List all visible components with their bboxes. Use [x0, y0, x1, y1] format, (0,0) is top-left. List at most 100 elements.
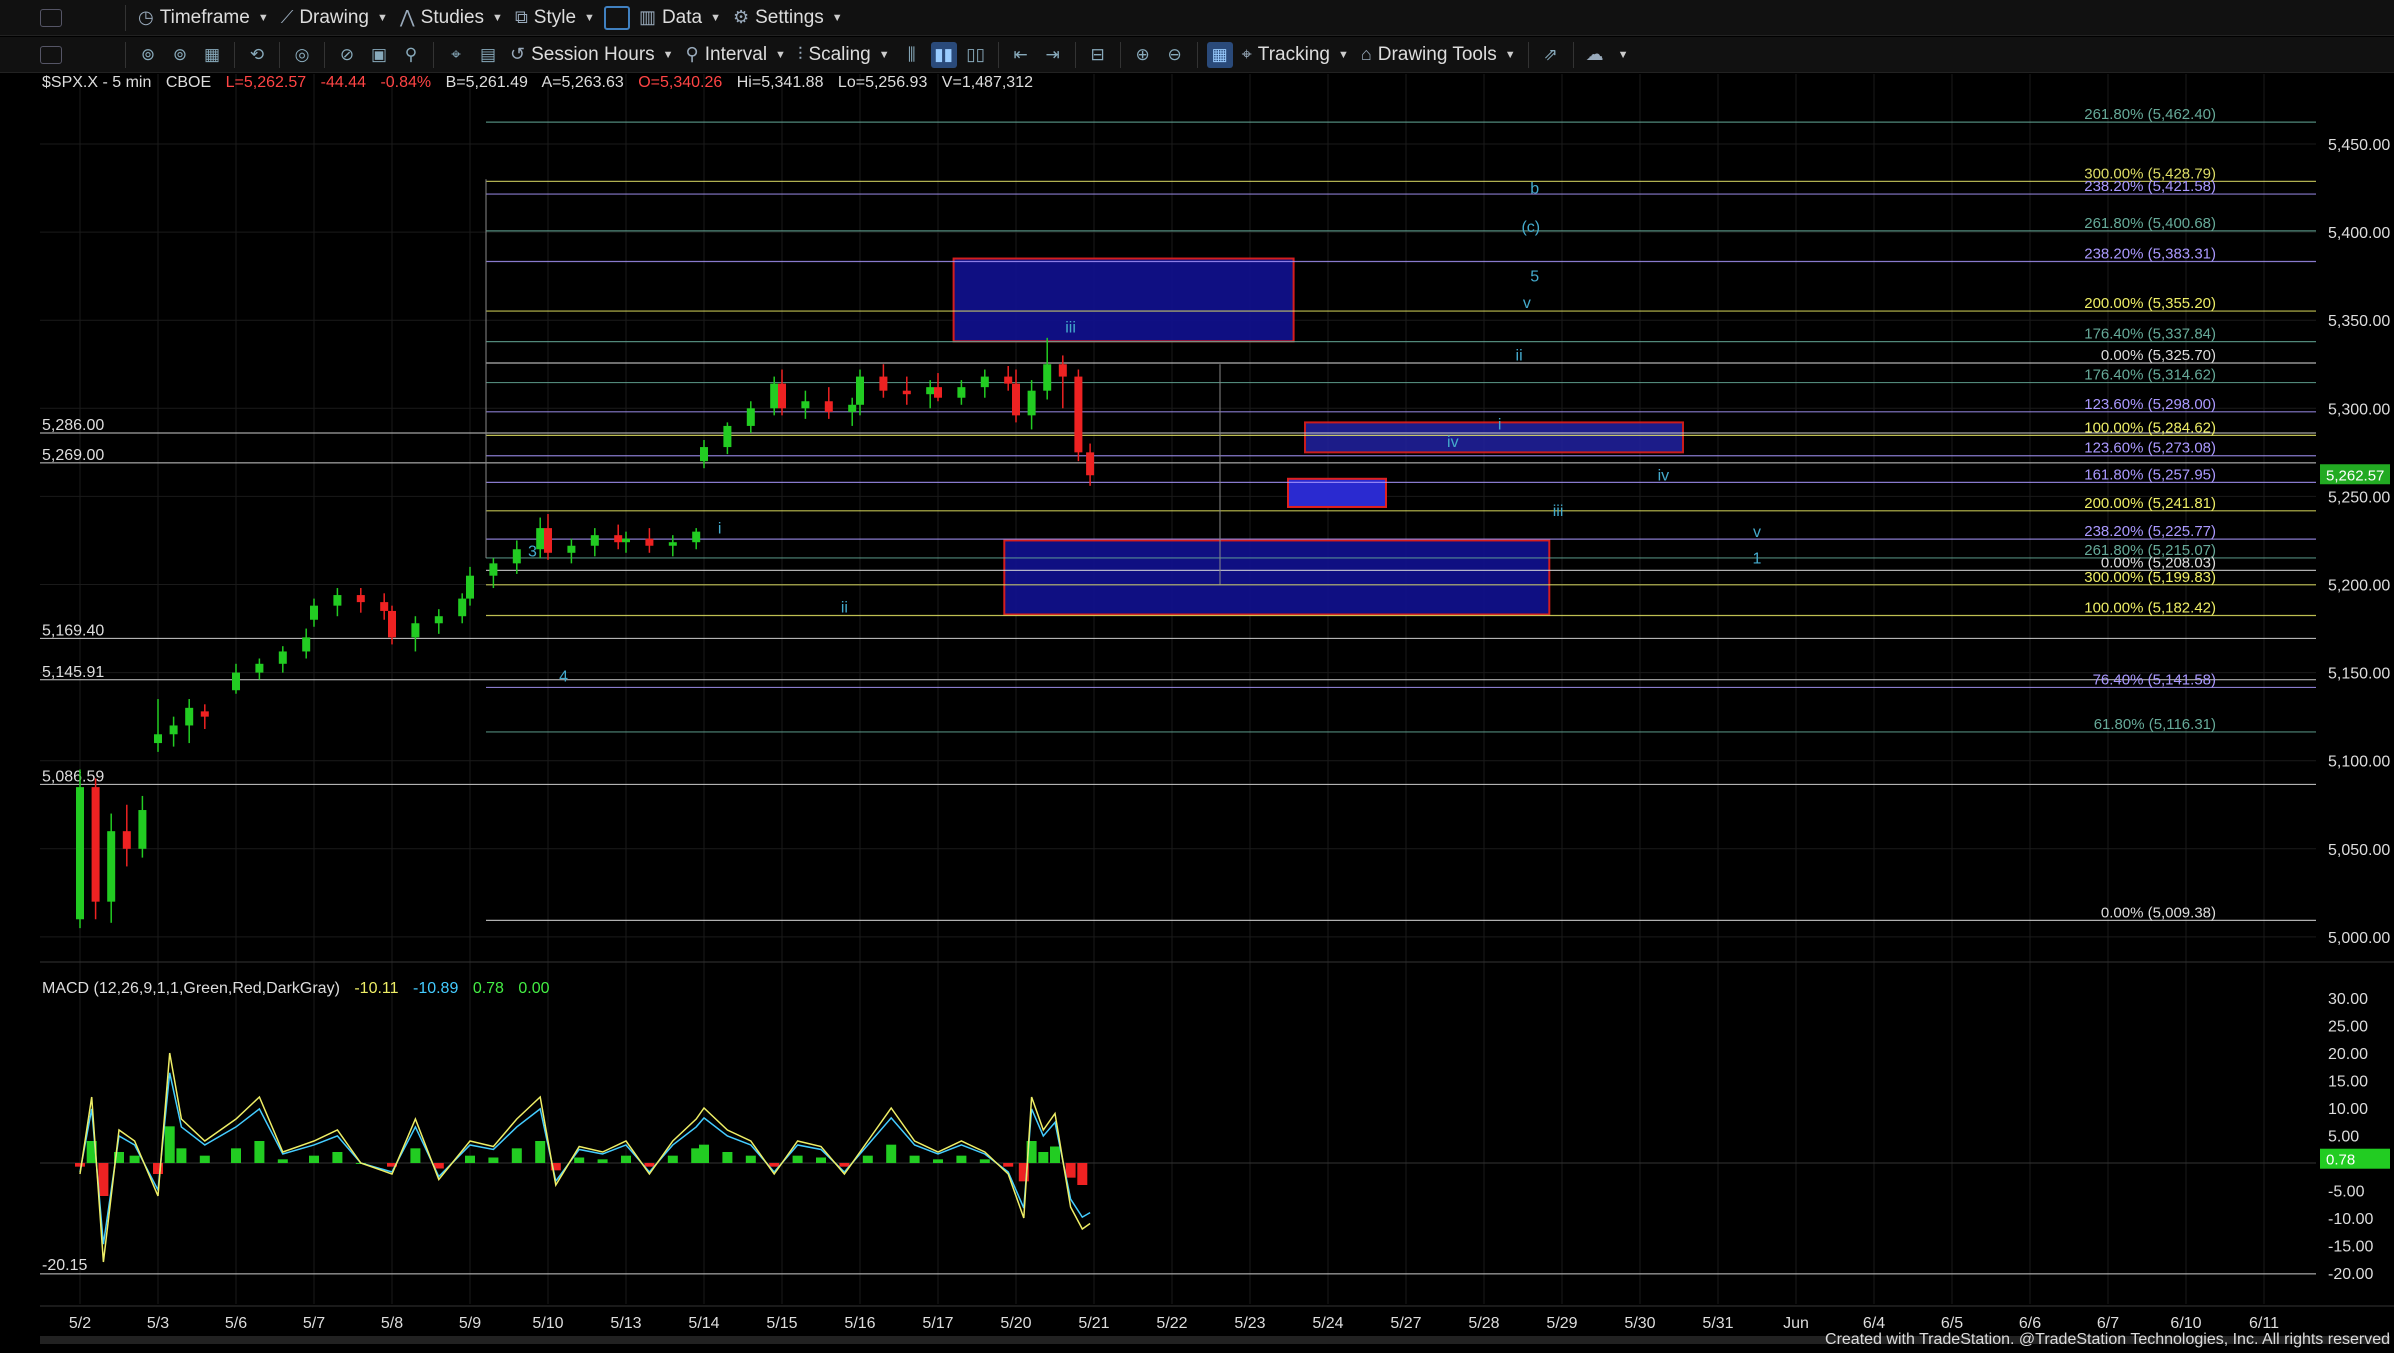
toolbar-separator: [997, 41, 999, 68]
macd-avg: -10.89: [412, 980, 459, 997]
link-icon[interactable]: ⊚: [135, 42, 161, 68]
volume: V=1,487,312: [941, 74, 1033, 91]
macd-histogram-bar: [909, 1155, 920, 1163]
window-icon[interactable]: [40, 45, 62, 64]
candle-body: [1043, 364, 1052, 391]
macd-histogram-bar: [511, 1148, 522, 1163]
tracking-menu[interactable]: ⌖ Tracking ▼: [1236, 37, 1355, 73]
studies-icon: ⋀: [399, 7, 415, 27]
studies-menu[interactable]: ⋀ Studies ▼: [394, 0, 509, 36]
candle-body: [926, 387, 935, 395]
toolbar-separator: [279, 41, 280, 68]
macd-histogram-bar: [1003, 1163, 1014, 1167]
macd-histogram-bar: [277, 1159, 288, 1163]
wave-label: 1: [1753, 550, 1762, 567]
grid-icon[interactable]: ▦: [199, 42, 225, 68]
macd-histogram-bar: [597, 1159, 608, 1163]
macd-histogram-bar: [535, 1141, 546, 1163]
candlestick-icon[interactable]: ▮▮: [930, 41, 957, 68]
date-axis-label: 5/9: [459, 1315, 481, 1332]
macd-axis-label: -20.00: [2328, 1266, 2373, 1283]
toolbar-separator: [1196, 41, 1198, 68]
data-window-icon[interactable]: [603, 5, 630, 30]
link2-icon[interactable]: ⊚: [167, 42, 193, 68]
candle-body: [1058, 364, 1067, 377]
candle-body: [1086, 452, 1095, 476]
session-hours-menu[interactable]: ↺ Session Hours ▼: [504, 37, 680, 73]
search-chart-icon[interactable]: ⚲: [398, 42, 424, 68]
data-label: Data: [661, 6, 703, 28]
drawing-tools-icon: ⌂: [1360, 44, 1372, 64]
candle-body: [91, 787, 100, 902]
macd-histogram-bar: [164, 1126, 175, 1163]
date-axis-label: 6/7: [2097, 1315, 2119, 1332]
macd-axis-label: 20.00: [2328, 1046, 2368, 1063]
macd-histogram-bar: [1038, 1152, 1049, 1163]
candle-body: [1074, 376, 1083, 453]
settings-menu[interactable]: ⚙ Settings ▼: [727, 0, 849, 36]
macd-histogram-bar: [75, 1163, 85, 1167]
refresh-icon[interactable]: ◎: [289, 42, 315, 68]
layout-icon[interactable]: ▤: [475, 42, 501, 68]
macd-histogram-bar: [410, 1148, 421, 1163]
macd-histogram-bar: [816, 1157, 826, 1163]
interval-menu[interactable]: ⚲ Interval ▼: [680, 37, 792, 73]
chevron-down-icon: ▼: [584, 11, 595, 24]
timeframe-menu[interactable]: ◷ Timeframe ▼: [132, 0, 275, 36]
candle-body: [544, 528, 552, 553]
wave-label: 5: [1530, 268, 1539, 285]
price-chart[interactable]: 5,286.005,269.005,169.405,145.915,086.59…: [0, 74, 2394, 1353]
macd-histogram-bar: [667, 1155, 678, 1163]
fib-label: 200.00% (5,241.81): [2084, 495, 2216, 512]
grid-toggle-icon[interactable]: ▦: [1206, 41, 1233, 68]
zoom-out-icon[interactable]: ⊖: [1162, 42, 1188, 68]
date-axis-label: 5/6: [225, 1315, 247, 1332]
zoom-in-icon[interactable]: ⊕: [1130, 42, 1156, 68]
bar-chart-icon[interactable]: ⫼: [899, 42, 925, 68]
scaling-menu[interactable]: ⫶ Scaling ▼: [792, 37, 896, 73]
candle-body: [934, 387, 942, 398]
current-price-label: 5,262.57: [2326, 467, 2384, 484]
style-label: Style: [533, 6, 577, 28]
analysis-menu[interactable]: ☁ ▼: [1580, 37, 1635, 73]
drawing-tools-menu[interactable]: ⌂ Drawing Tools ▼: [1355, 37, 1522, 73]
wave-label: v: [1523, 295, 1531, 312]
low-price: Lo=5,256.93: [837, 74, 928, 91]
macd-histogram-bar: [979, 1159, 990, 1163]
interval-icon: ⚲: [685, 44, 699, 64]
save-icon[interactable]: ▣: [366, 42, 392, 68]
toolbar-separator: [433, 41, 434, 68]
drawing-menu[interactable]: ⟋ Drawing ▼: [275, 0, 394, 36]
chevron-down-icon: ▼: [775, 48, 786, 61]
data-menu[interactable]: ▥ Data ▼: [633, 0, 727, 36]
scroll-left-icon[interactable]: ⇤: [1008, 42, 1034, 68]
macd-histogram-bar: [98, 1163, 109, 1196]
date-axis-label: 5/16: [844, 1315, 875, 1332]
chevron-down-icon: ▼: [662, 48, 674, 61]
candle-body: [980, 376, 989, 388]
date-axis-label: 5/10: [532, 1315, 563, 1332]
top-toolbar: ◷ Timeframe ▼ ⟋ Drawing ▼ ⋀ Studies ▼ ⧉ Style ▼ …: [0, 0, 2394, 36]
candle-body: [567, 545, 576, 553]
secondary-toolbar: ⊚ ⊚ ▦ ⟲ ◎ ⊘ ▣ ⚲ ⌖ ▤ ↺ Session Hours ▼ ⚲ Int…: [0, 37, 2394, 73]
crosshair-icon[interactable]: ⌖: [443, 42, 469, 68]
export-icon[interactable]: ⇗: [1538, 42, 1564, 68]
macd-histogram-bar: [309, 1155, 319, 1163]
window-link-icon[interactable]: ⊟: [1085, 42, 1111, 68]
alert-icon[interactable]: ⊘: [334, 42, 360, 68]
wave-label: ii: [1516, 348, 1523, 365]
date-axis-label: 6/4: [1863, 1315, 1885, 1332]
macd-histogram-bar: [956, 1155, 967, 1163]
candle-body: [169, 725, 178, 735]
chart-icon[interactable]: ⟲: [244, 42, 270, 68]
date-axis-label: 6/11: [2249, 1315, 2279, 1332]
scroll-right-icon[interactable]: ⇥: [1040, 42, 1066, 68]
hollow-candle-icon[interactable]: ▯▯: [963, 42, 989, 68]
macd-histogram-bar: [933, 1159, 943, 1163]
fib-label: 261.80% (5,462.40): [2084, 106, 2216, 123]
date-axis-label: 6/5: [1941, 1315, 1963, 1332]
style-menu[interactable]: ⧉ Style ▼: [509, 0, 601, 36]
window-icon[interactable]: [40, 8, 62, 27]
candle-body: [723, 425, 732, 448]
candle-body: [856, 376, 864, 405]
